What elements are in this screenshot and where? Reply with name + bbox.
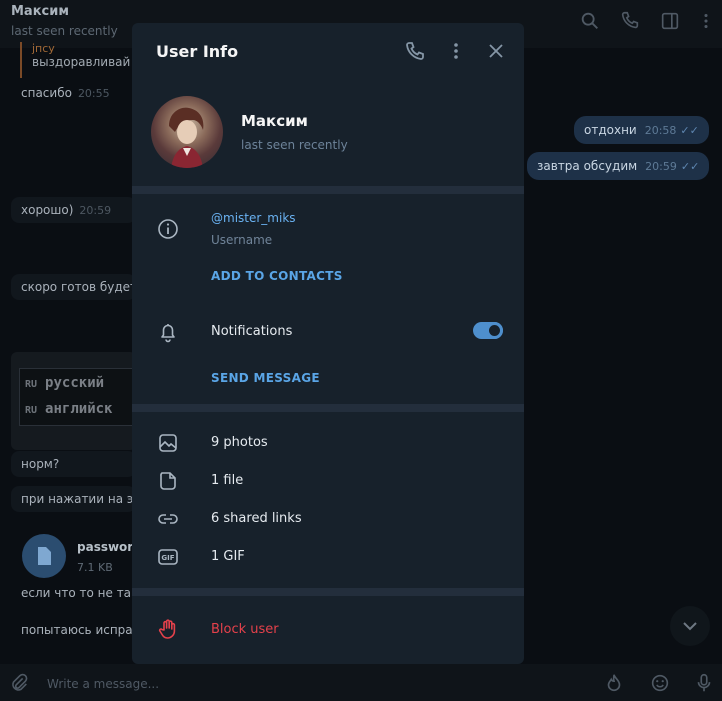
reply-quote[interactable]: јпсу выздоравливай [20, 42, 136, 78]
attach-icon[interactable] [8, 672, 30, 694]
chat-status: last seen recently [11, 24, 118, 38]
message-outgoing[interactable]: отдохни 20:58 ✓✓ [574, 116, 709, 144]
username-value[interactable]: @mister_miks [211, 211, 296, 225]
block-user-label: Block user [211, 622, 279, 637]
sidebar-toggle-icon[interactable] [659, 10, 681, 32]
message-text: норм? [21, 457, 60, 471]
message-text: отдохни [584, 123, 637, 137]
media-row-gifs[interactable]: GIF 1 GIF [132, 538, 524, 576]
message-text: попытаюсь испра [21, 623, 133, 637]
media-row-links[interactable]: 6 shared links [132, 500, 524, 538]
message-incoming[interactable]: скоро готов будет [11, 274, 136, 300]
read-check-icon: ✓✓ [680, 124, 699, 137]
block-user-button[interactable]: Block user [132, 613, 524, 647]
media-row-files[interactable]: 1 file [132, 462, 524, 500]
chevron-down-icon [683, 622, 697, 631]
username-label: Username [211, 233, 273, 247]
user-name: Максим [241, 112, 308, 130]
section-divider [132, 186, 524, 194]
emoji-icon[interactable] [649, 672, 671, 694]
search-icon[interactable] [579, 10, 601, 32]
dialog-title: User Info [156, 42, 239, 61]
reply-text: выздоравливай [32, 55, 131, 69]
message-text: хорошо) [21, 203, 74, 217]
phone-icon[interactable] [619, 10, 641, 32]
avatar[interactable] [151, 96, 223, 168]
send-message-button[interactable]: SEND MESSAGE [211, 371, 320, 385]
close-icon[interactable] [484, 39, 508, 63]
message-text: спасибо [21, 86, 72, 100]
message-text: если что то не так [21, 586, 136, 600]
hand-stop-icon [158, 619, 176, 639]
language-row: RU русский [25, 375, 105, 391]
media-row-photos[interactable]: 9 photos [132, 424, 524, 462]
message-incoming[interactable]: если что то не так [11, 580, 136, 606]
reply-author: јпсу [32, 42, 55, 55]
link-icon [158, 514, 178, 524]
message-incoming[interactable]: хорошо) 20:59 [11, 197, 136, 223]
more-icon[interactable] [695, 10, 717, 32]
notifications-toggle[interactable] [473, 322, 503, 339]
message-time: 20:59 [79, 204, 112, 217]
svg-text:GIF: GIF [161, 554, 174, 562]
message-time: 20:55 [77, 87, 110, 100]
message-incoming[interactable]: попытаюсь испра [11, 617, 136, 643]
message-incoming[interactable]: при нажатии на эт [11, 486, 136, 512]
user-info-dialog: User Info Максим last seen recently @mis… [132, 23, 524, 664]
add-to-contacts-button[interactable]: ADD TO CONTACTS [211, 269, 343, 283]
user-status: last seen recently [241, 138, 348, 152]
message-text: скоро готов будет [21, 280, 136, 294]
language-row: RU английск [25, 401, 113, 417]
message-incoming[interactable]: спасибо 20:55 [11, 80, 136, 106]
more-options-icon[interactable] [444, 39, 468, 63]
fire-timer-icon[interactable] [603, 672, 625, 694]
message-time: 20:59 [645, 160, 677, 173]
toggle-knob [486, 322, 503, 339]
message-text: при нажатии на эт [21, 492, 136, 506]
media-row-label: 9 photos [211, 435, 268, 450]
message-time: 20:58 [644, 124, 677, 137]
media-row-label: 1 file [211, 473, 244, 488]
file-download-icon[interactable] [22, 534, 66, 578]
section-divider [132, 588, 524, 596]
call-icon[interactable] [403, 39, 427, 63]
message-text: завтра обсудим [537, 159, 638, 173]
notifications-label: Notifications [211, 324, 293, 339]
message-outgoing[interactable]: завтра обсудим 20:59 ✓✓ [527, 152, 710, 180]
chat-title[interactable]: Максим [11, 4, 69, 19]
scroll-down-button[interactable] [670, 606, 710, 646]
section-divider [132, 404, 524, 412]
file-size: 7.1 KB [77, 561, 113, 574]
message-input[interactable]: Write a message... [47, 677, 159, 691]
message-incoming[interactable]: норм? [11, 451, 136, 477]
file-icon [160, 472, 176, 490]
media-row-label: 1 GIF [211, 549, 245, 564]
avatar-image [169, 107, 204, 168]
gif-icon: GIF [158, 549, 178, 565]
file-name[interactable]: passwor [77, 540, 133, 554]
microphone-icon[interactable] [693, 672, 715, 694]
photo-icon [159, 434, 177, 452]
screenshot-attachment[interactable]: RU русский RU английск [11, 352, 136, 450]
media-row-label: 6 shared links [211, 511, 302, 526]
info-icon [158, 219, 178, 239]
read-check-icon: ✓✓ [680, 160, 700, 173]
message-composer: Write a message... [0, 664, 722, 701]
bell-icon [161, 324, 175, 343]
